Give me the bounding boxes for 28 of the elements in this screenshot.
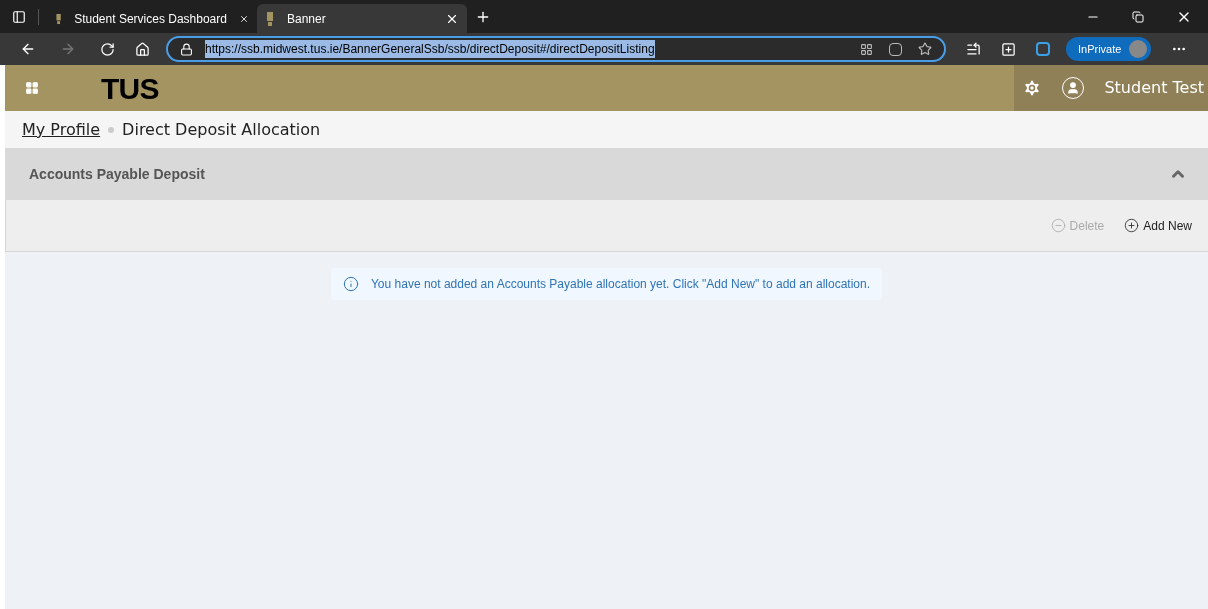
plus-circle-icon <box>1124 218 1140 233</box>
collections-icon[interactable] <box>1001 41 1016 57</box>
home-icon[interactable] <box>135 41 150 57</box>
address-bar[interactable]: https://ssb.midwest.tus.ie/BannerGeneralSsb/ssb/directDeposit#/directDepositListing <box>166 36 946 62</box>
breadcrumb-link[interactable]: My Profile <box>22 117 101 142</box>
app-menu-icon[interactable] <box>25 81 39 95</box>
add-favorite-icon[interactable] <box>918 42 932 56</box>
section-title: Accounts Payable Deposit <box>29 164 205 184</box>
info-icon <box>342 276 359 292</box>
add-new-button[interactable]: Add New <box>1124 216 1192 235</box>
back-icon[interactable] <box>20 41 36 57</box>
restore-icon[interactable] <box>1132 10 1144 23</box>
browser-tab[interactable]: Student Services Dashboard <box>47 4 257 33</box>
avatar-icon <box>1129 40 1148 58</box>
notice-text: You have not added an Accounts Payable allocation yet. Click "Add New" to add an allocation. <box>370 276 871 293</box>
logo[interactable]: TUS <box>101 65 159 111</box>
lock-icon <box>180 42 193 56</box>
app-grid-icon[interactable] <box>860 42 873 56</box>
browser-tab[interactable]: Banner <box>257 4 467 33</box>
section-header[interactable]: Accounts Payable Deposit <box>5 148 1208 200</box>
inprivate-button[interactable]: InPrivate <box>1066 37 1152 61</box>
url-text: https://ssb.midwest.tus.ie/BannerGeneralSsb/ssb/directDeposit#/directDepositListing <box>205 40 655 58</box>
minus-circle-icon <box>1050 218 1066 233</box>
page-title: Direct Deposit Allocation <box>122 118 321 141</box>
forward-icon[interactable] <box>60 41 76 57</box>
refresh-icon[interactable] <box>100 41 115 57</box>
favorites-icon[interactable] <box>966 41 981 57</box>
sidebar-toggle-icon[interactable] <box>12 9 26 24</box>
